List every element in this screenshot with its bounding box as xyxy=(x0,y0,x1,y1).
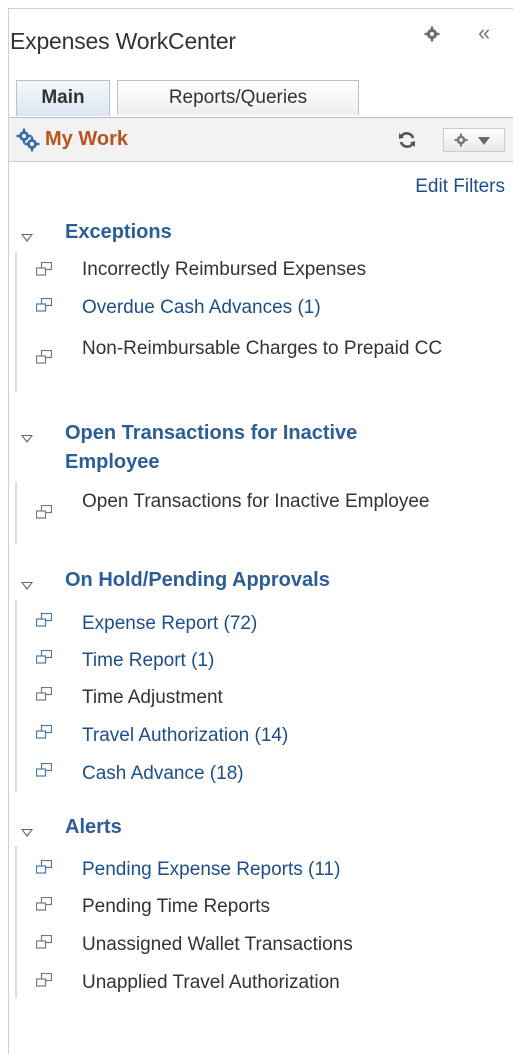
windows-icon xyxy=(36,897,52,911)
section-divider xyxy=(15,252,17,392)
collapse-icon[interactable]: « xyxy=(478,22,490,44)
tab-reports-queries[interactable]: Reports/Queries xyxy=(117,80,359,115)
windows-icon xyxy=(36,262,52,276)
list-item-link[interactable]: Expense Report (72) xyxy=(82,610,257,637)
workcenter-title: Expenses WorkCenter xyxy=(10,28,236,54)
triangle-down-icon[interactable] xyxy=(21,234,33,242)
section-divider xyxy=(15,482,17,544)
section-divider xyxy=(15,846,17,998)
windows-icon xyxy=(36,973,52,987)
windows-icon xyxy=(36,350,52,364)
list-item: Non-Reimbursable Charges to Prepaid CC xyxy=(82,338,443,359)
triangle-down-icon[interactable] xyxy=(21,829,33,837)
gear-icon xyxy=(454,133,468,147)
windows-icon xyxy=(36,505,52,519)
windows-icon xyxy=(36,613,52,627)
list-item-link[interactable]: Overdue Cash Advances (1) xyxy=(82,294,321,321)
tab-main[interactable]: Main xyxy=(16,80,110,116)
refresh-icon[interactable] xyxy=(397,130,417,150)
triangle-down-icon[interactable] xyxy=(21,435,33,443)
tab-reports-queries-label: Reports/Queries xyxy=(168,87,308,108)
mywork-title: My Work xyxy=(45,128,128,150)
section-divider xyxy=(15,600,17,792)
windows-icon xyxy=(36,935,52,949)
section-exceptions[interactable]: Exceptions xyxy=(65,218,172,247)
section-open-transactions[interactable]: Open Transactions for Inactive Employee xyxy=(65,419,445,477)
edit-filters-link[interactable]: Edit Filters xyxy=(415,176,505,198)
windows-icon xyxy=(36,687,52,701)
mywork-header: My Work xyxy=(9,117,513,162)
list-item-link[interactable]: Pending Expense Reports (11) xyxy=(82,856,340,883)
list-item: Incorrectly Reimbursed Expenses xyxy=(82,259,367,280)
list-item: Unassigned Wallet Transactions xyxy=(82,934,353,955)
windows-icon xyxy=(36,763,52,777)
list-item: Pending Time Reports xyxy=(82,896,270,917)
list-item: Open Transactions for Inactive Employee xyxy=(82,491,430,512)
list-item-link[interactable]: Time Report (1) xyxy=(82,647,214,674)
tab-main-label: Main xyxy=(41,87,85,108)
list-item: Time Adjustment xyxy=(82,687,223,708)
list-item: Unapplied Travel Authorization xyxy=(82,972,340,993)
windows-icon xyxy=(36,725,52,739)
section-on-hold[interactable]: On Hold/Pending Approvals xyxy=(65,566,330,595)
gear-icon[interactable] xyxy=(424,26,440,42)
list-item-link[interactable]: Travel Authorization (14) xyxy=(82,722,288,749)
windows-icon xyxy=(36,298,52,312)
windows-icon xyxy=(36,860,52,874)
gears-icon xyxy=(16,128,40,152)
chevron-down-icon xyxy=(478,137,490,145)
windows-icon xyxy=(36,650,52,664)
section-alerts[interactable]: Alerts xyxy=(65,813,122,842)
list-item-link[interactable]: Cash Advance (18) xyxy=(82,760,244,787)
triangle-down-icon[interactable] xyxy=(21,582,33,590)
actions-menu-button[interactable] xyxy=(443,128,505,152)
